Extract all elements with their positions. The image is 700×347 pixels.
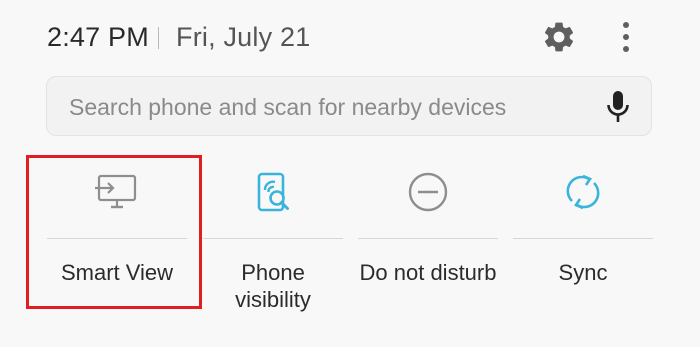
gear-icon[interactable] bbox=[541, 19, 577, 55]
tile-label: Sync bbox=[558, 260, 608, 285]
clock-time: 2:47 PM bbox=[47, 22, 149, 52]
tile-sync[interactable]: Sync bbox=[513, 150, 653, 320]
sync-icon bbox=[566, 174, 600, 210]
tile-divider bbox=[47, 238, 187, 239]
tile-smart-view[interactable]: Smart View bbox=[47, 150, 187, 320]
smart-view-icon bbox=[95, 174, 137, 209]
do-not-disturb-icon bbox=[408, 172, 448, 212]
tile-divider bbox=[513, 238, 653, 239]
tile-do-not-disturb[interactable]: Do not disturb bbox=[358, 150, 498, 320]
search-input[interactable] bbox=[69, 91, 589, 123]
clock-date: Fri, July 21 bbox=[176, 22, 311, 52]
tile-label: Smart View bbox=[60, 260, 174, 285]
tile-divider bbox=[358, 238, 498, 239]
more-vertical-icon[interactable] bbox=[614, 18, 638, 56]
tile-divider bbox=[203, 238, 343, 239]
header-separator bbox=[158, 27, 159, 49]
tile-phone-visibility[interactable]: Phone visibility bbox=[203, 150, 343, 320]
microphone-icon[interactable] bbox=[605, 90, 631, 124]
status-header: 2:47 PM Fri, July 21 bbox=[0, 0, 700, 76]
tile-label: Phone visibility bbox=[235, 260, 311, 312]
tile-label: Do not disturb bbox=[359, 260, 497, 285]
search-bar[interactable] bbox=[46, 76, 652, 136]
phone-visibility-icon bbox=[257, 172, 289, 212]
